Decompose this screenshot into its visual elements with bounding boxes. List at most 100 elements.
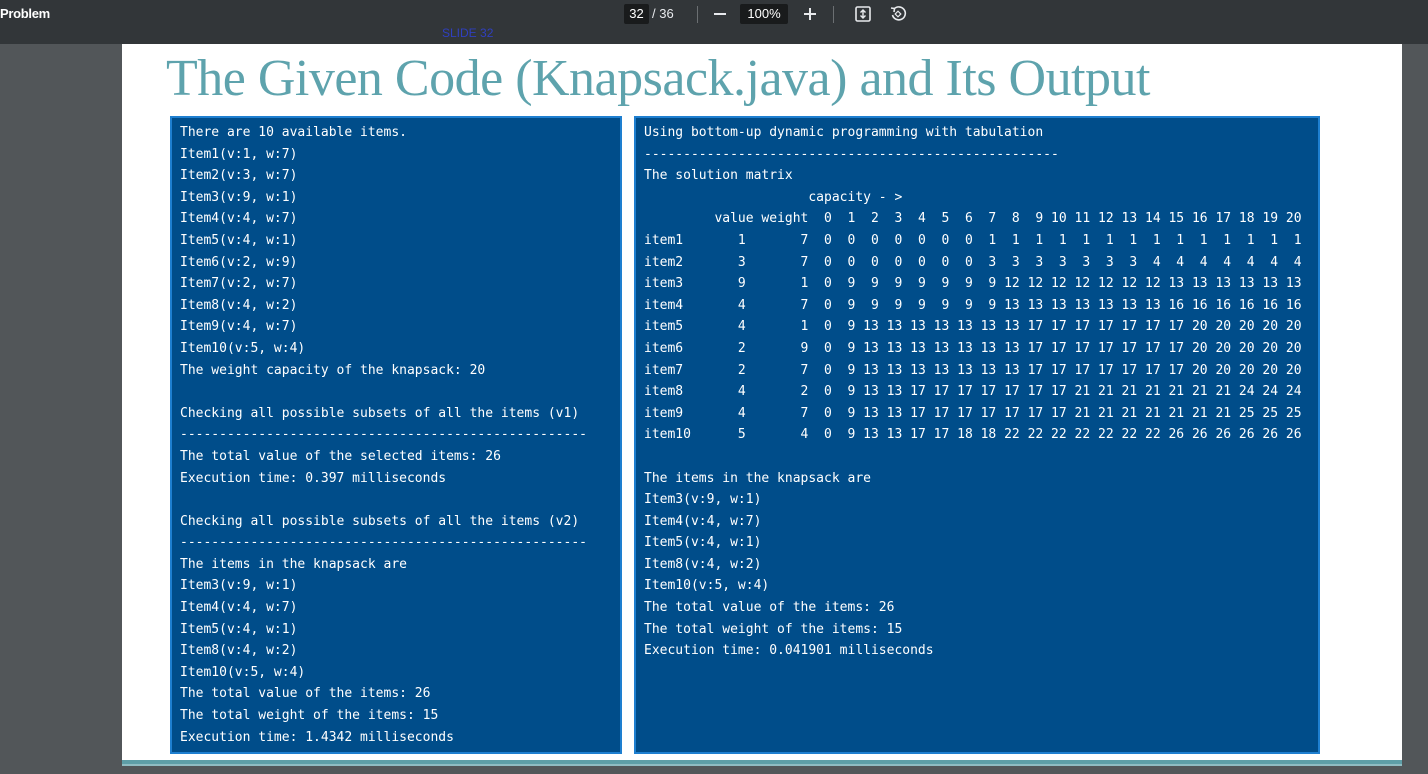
output-line: Item3(v:9, w:1) [644, 492, 762, 508]
matrix-capacity-label: 20 [1278, 211, 1302, 227]
matrix-cell: 26 [1278, 427, 1302, 443]
matrix-cell: 21 [1066, 405, 1091, 421]
console-output-right: Using bottom-up dynamic programming with… [634, 116, 1320, 754]
output-line: ----------------------------------------… [180, 535, 587, 551]
matrix-cell: 12 [1090, 276, 1114, 292]
matrix-capacity-label: 19 [1254, 211, 1279, 227]
matrix-row: item5 4 1 0 9 13 13 13 13 13 13 13 17 17… [644, 316, 1302, 338]
matrix-cell: 9 [902, 297, 926, 313]
matrix-cell: 13 [855, 319, 879, 335]
matrix-item-weight: 7 [745, 254, 809, 270]
matrix-cell: 17 [1113, 340, 1138, 356]
matrix-cell: 4 [1254, 254, 1279, 270]
output-line: The solution matrix [644, 168, 793, 184]
output-line: The weight capacity of the knapsack: 20 [180, 362, 486, 378]
fit-page-icon[interactable] [851, 2, 875, 26]
output-line: Execution time: 0.041901 milliseconds [644, 643, 934, 659]
matrix-cell: 13 [902, 340, 926, 356]
matrix-cell: 26 [1207, 427, 1232, 443]
matrix-capacity-label: 10 [1043, 211, 1067, 227]
output-line: Item8(v:4, w:2) [180, 643, 298, 659]
matrix-cell: 17 [1043, 384, 1067, 400]
output-line: Using bottom-up dynamic programming with… [644, 125, 1044, 140]
matrix-cell: 20 [1184, 340, 1208, 356]
matrix-cell: 17 [1066, 362, 1091, 378]
matrix-cell: 9 [831, 297, 856, 313]
matrix-row: item6 2 9 0 9 13 13 13 13 13 13 13 17 17… [644, 338, 1302, 360]
matrix-cell: 13 [878, 319, 903, 335]
output-line: Item6(v:2, w:9) [180, 254, 298, 270]
matrix-cell: 16 [1160, 297, 1185, 313]
matrix-item-weight: 4 [745, 427, 809, 443]
matrix-cell: 26 [1184, 427, 1208, 443]
matrix-cell: 20 [1254, 362, 1279, 378]
matrix-cell: 17 [1043, 362, 1067, 378]
zoom-level-input[interactable]: 100% [740, 4, 788, 24]
matrix-cell: 21 [1113, 405, 1138, 421]
output-line: Item10(v:5, w:4) [180, 340, 306, 356]
matrix-capacity-label: 3 [878, 211, 903, 227]
matrix-cell: 17 [1160, 340, 1185, 356]
matrix-cell: 22 [1019, 427, 1044, 443]
matrix-cell: 17 [972, 405, 997, 421]
plus-icon[interactable] [798, 2, 822, 26]
matrix-cell: 13 [949, 362, 973, 378]
matrix-cell: 16 [1254, 297, 1279, 313]
matrix-cell: 13 [1231, 276, 1255, 292]
matrix-cell: 24 [1278, 384, 1302, 400]
output-line: Item9(v:4, w:7) [180, 319, 298, 335]
output-line: capacity - > [644, 189, 903, 205]
matrix-cell: 9 [949, 297, 973, 313]
output-line: Item2(v:3, w:7) [180, 168, 298, 184]
matrix-cell: 13 [878, 427, 903, 443]
matrix-cell: 13 [902, 319, 926, 335]
matrix-cell: 3 [996, 254, 1020, 270]
matrix-cell: 16 [1231, 297, 1255, 313]
matrix-cell: 1 [1254, 232, 1279, 248]
matrix-cell: 13 [925, 340, 950, 356]
matrix-capacity-label: 12 [1090, 211, 1114, 227]
output-line: The total weight of the items: 15 [180, 708, 439, 724]
matrix-cell: 26 [1231, 427, 1255, 443]
matrix-cell: 16 [1207, 297, 1232, 313]
matrix-cell: 13 [1278, 276, 1302, 292]
matrix-item-name: item1 [644, 232, 715, 248]
matrix-cell: 3 [972, 254, 997, 270]
matrix-item-name: item9 [644, 405, 715, 421]
matrix-cell: 25 [1278, 405, 1302, 421]
matrix-cell: 12 [1043, 276, 1067, 292]
matrix-cell: 13 [925, 319, 950, 335]
matrix-row: item1 1 7 0 0 0 0 0 0 0 1 1 1 1 1 1 1 1 … [644, 230, 1302, 252]
rotate-icon[interactable] [886, 2, 910, 26]
matrix-capacity-label: 2 [855, 211, 879, 227]
matrix-item-value: 9 [714, 276, 746, 292]
matrix-cell: 17 [925, 405, 950, 421]
minus-icon[interactable] [708, 2, 732, 26]
page-total: / 36 [652, 6, 674, 21]
matrix-cell: 0 [855, 232, 879, 248]
matrix-cell: 13 [949, 319, 973, 335]
output-line: Checking all possible subsets of all the… [180, 405, 580, 421]
matrix-cell: 0 [925, 232, 950, 248]
matrix-weight-header: weight [761, 211, 809, 227]
matrix-cell: 13 [996, 340, 1020, 356]
matrix-cell: 9 [925, 276, 950, 292]
matrix-capacity-label: 7 [972, 211, 997, 227]
matrix-cell: 0 [808, 384, 832, 400]
matrix-cell: 20 [1278, 340, 1302, 356]
matrix-cell: 13 [1160, 276, 1185, 292]
matrix-cell: 13 [1137, 297, 1161, 313]
matrix-cell: 13 [855, 405, 879, 421]
matrix-cell: 13 [855, 362, 879, 378]
matrix-cell: 17 [1043, 340, 1067, 356]
matrix-cell: 17 [925, 384, 950, 400]
page-number-input[interactable]: 32 [624, 4, 649, 24]
matrix-cell: 3 [1019, 254, 1044, 270]
matrix-row: item10 5 4 0 9 13 13 17 17 18 18 22 22 2… [644, 424, 1302, 446]
matrix-cell: 24 [1231, 384, 1255, 400]
matrix-cell: 9 [925, 297, 950, 313]
matrix-row: item4 4 7 0 9 9 9 9 9 9 9 13 13 13 13 13… [644, 295, 1302, 317]
matrix-cell: 9 [855, 297, 879, 313]
matrix-capacity-label: 15 [1160, 211, 1185, 227]
